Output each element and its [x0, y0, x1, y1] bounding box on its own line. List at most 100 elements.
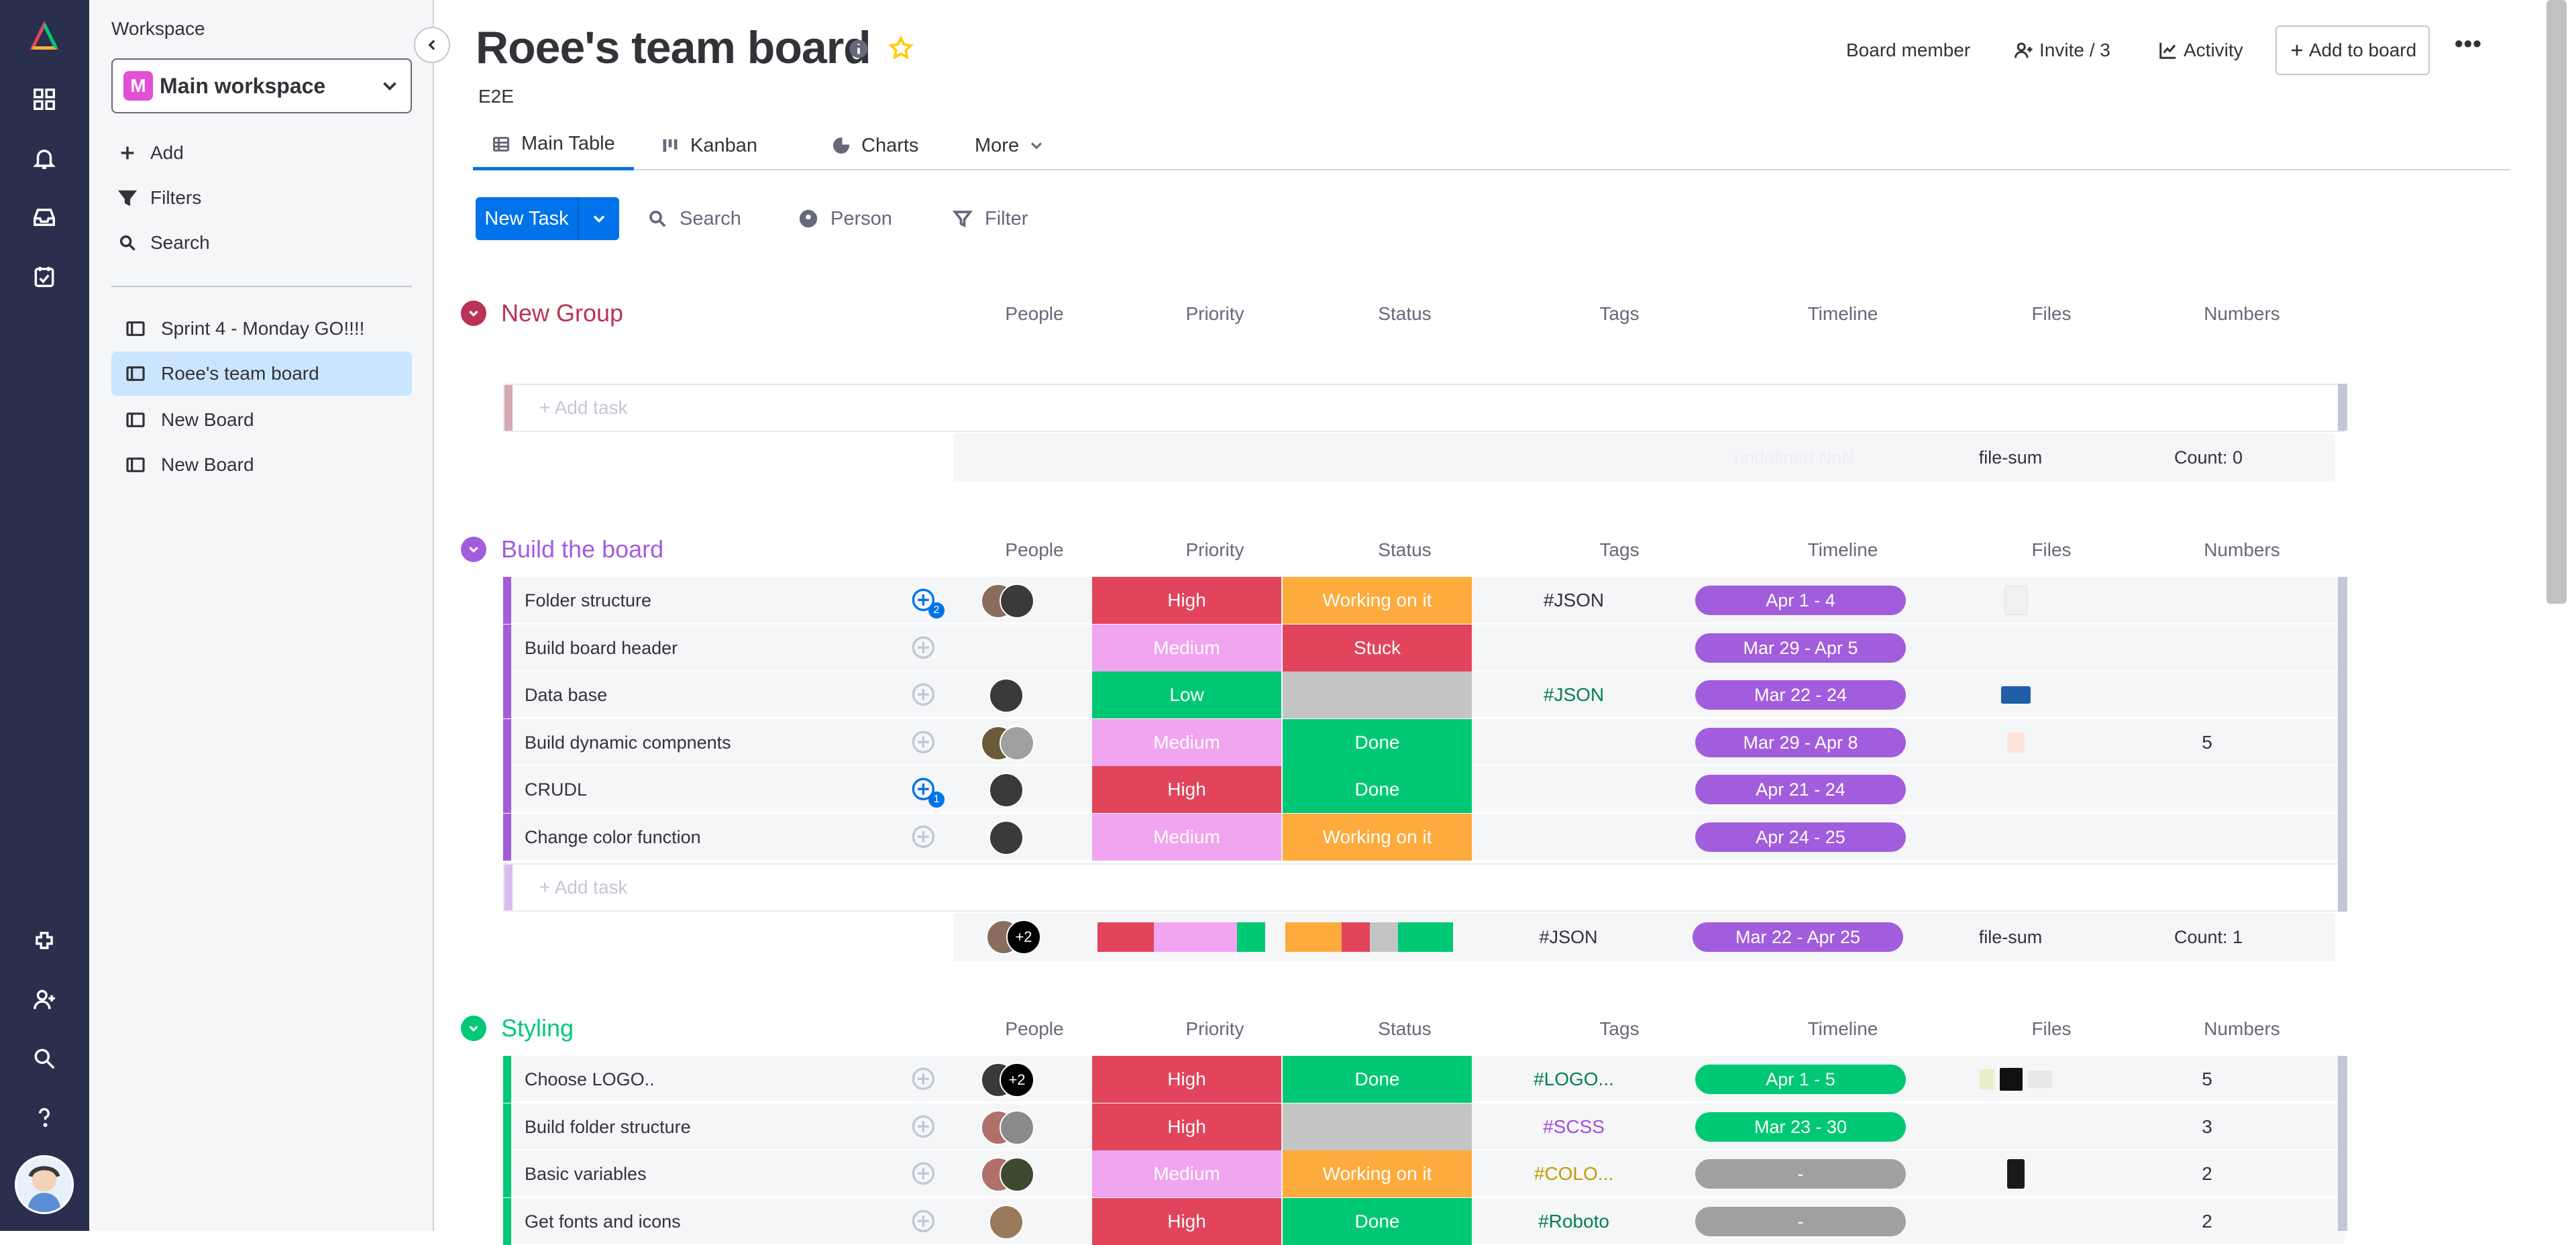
- status-cell[interactable]: Stuck: [1283, 625, 1472, 671]
- add-update-icon[interactable]: [911, 1114, 938, 1141]
- numbers-cell[interactable]: 3: [2113, 1103, 2301, 1150]
- monday-logo-icon[interactable]: [24, 16, 64, 56]
- star-icon[interactable]: [888, 35, 914, 62]
- tab-kanban[interactable]: Kanban: [661, 121, 757, 170]
- group-title[interactable]: Build the board: [501, 535, 663, 563]
- people-cell[interactable]: +2: [957, 1056, 1056, 1103]
- tags-cell[interactable]: #Roboto: [1473, 1198, 1674, 1245]
- column-header-status[interactable]: Status: [1324, 539, 1485, 561]
- column-header-numbers[interactable]: Numbers: [2148, 303, 2336, 325]
- add-update-icon[interactable]: [911, 635, 938, 662]
- table-row[interactable]: Get fonts and icons High Done #Roboto - …: [503, 1198, 2345, 1245]
- timeline-cell[interactable]: Mar 23 - 30: [1684, 1103, 1917, 1150]
- numbers-cell[interactable]: 5: [2113, 719, 2301, 766]
- person-filter-button[interactable]: Person: [798, 197, 892, 240]
- priority-cell[interactable]: High: [1092, 766, 1281, 813]
- board-description[interactable]: E2E: [478, 86, 514, 107]
- numbers-cell[interactable]: [2113, 577, 2301, 624]
- new-task-button[interactable]: New Task: [476, 197, 619, 240]
- group-title[interactable]: New Group: [501, 299, 623, 327]
- status-cell[interactable]: Done: [1283, 1056, 1472, 1103]
- tags-cell[interactable]: #SCSS: [1473, 1103, 1674, 1150]
- table-row[interactable]: CRUDL 1 High Done Apr 21 - 24: [503, 766, 2345, 813]
- add-update-icon[interactable]: [911, 824, 938, 851]
- search-action[interactable]: Search: [118, 229, 210, 256]
- status-cell[interactable]: Working on it: [1283, 814, 1472, 861]
- filter-button[interactable]: Filter: [953, 197, 1028, 240]
- more-options-button[interactable]: •••: [2455, 30, 2482, 58]
- column-header-status[interactable]: Status: [1324, 303, 1485, 325]
- timeline-cell[interactable]: Mar 29 - Apr 5: [1684, 625, 1917, 671]
- numbers-cell[interactable]: 5: [2113, 1056, 2301, 1103]
- people-cell[interactable]: [957, 671, 1056, 718]
- task-name[interactable]: Choose LOGO..: [525, 1056, 655, 1103]
- column-header-numbers[interactable]: Numbers: [2148, 1018, 2336, 1040]
- status-cell[interactable]: Done: [1283, 766, 1472, 813]
- timeline-cell[interactable]: Apr 1 - 5: [1684, 1056, 1917, 1103]
- table-row[interactable]: Basic variables Medium Working on it #CO…: [503, 1150, 2345, 1197]
- task-name[interactable]: Build dynamic compnents: [525, 719, 731, 766]
- table-row[interactable]: Choose LOGO.. +2 High Done #LOGO... Apr …: [503, 1056, 2345, 1103]
- tags-cell[interactable]: #JSON: [1473, 577, 1674, 624]
- group-header[interactable]: Styling: [461, 1008, 574, 1048]
- tab-main-table[interactable]: Main Table: [473, 121, 634, 170]
- priority-cell[interactable]: Medium: [1092, 1150, 1281, 1197]
- column-header-files[interactable]: Files: [1957, 303, 2145, 325]
- filters-action[interactable]: Filters: [118, 184, 201, 211]
- status-cell[interactable]: Working on it: [1283, 1150, 1472, 1197]
- priority-cell[interactable]: Medium: [1092, 625, 1281, 671]
- priority-cell[interactable]: High: [1092, 577, 1281, 624]
- files-cell[interactable]: [1925, 719, 2106, 766]
- tags-cell[interactable]: #LOGO...: [1473, 1056, 1674, 1103]
- people-cell[interactable]: [957, 719, 1056, 766]
- user-avatar[interactable]: [15, 1155, 74, 1214]
- timeline-cell[interactable]: -: [1684, 1150, 1917, 1197]
- status-cell[interactable]: Done: [1283, 719, 1472, 766]
- priority-cell[interactable]: Medium: [1092, 719, 1281, 766]
- priority-cell[interactable]: Low: [1092, 671, 1281, 718]
- column-header-people[interactable]: People: [981, 303, 1088, 325]
- status-cell[interactable]: [1283, 671, 1472, 718]
- group-header[interactable]: New Group: [461, 293, 623, 333]
- task-name[interactable]: Build folder structure: [525, 1103, 691, 1150]
- column-header-numbers[interactable]: Numbers: [2148, 539, 2336, 561]
- task-name[interactable]: Get fonts and icons: [525, 1198, 681, 1245]
- people-cell[interactable]: [957, 577, 1056, 624]
- table-row[interactable]: Build board header Medium Stuck Mar 29 -…: [503, 625, 2345, 671]
- timeline-cell[interactable]: Mar 22 - 24: [1684, 671, 1917, 718]
- table-row[interactable]: Folder structure 2 High Working on it #J…: [503, 577, 2345, 624]
- files-cell[interactable]: [1925, 1056, 2106, 1103]
- column-header-status[interactable]: Status: [1324, 1018, 1485, 1040]
- board-item-new-board[interactable]: New Board: [111, 398, 412, 442]
- timeline-cell[interactable]: -: [1684, 1198, 1917, 1245]
- tab-charts[interactable]: Charts: [832, 121, 918, 170]
- apps-grid-icon[interactable]: [24, 79, 64, 119]
- timeline-cell[interactable]: Apr 1 - 4: [1684, 577, 1917, 624]
- status-cell[interactable]: [1283, 1103, 1472, 1150]
- add-update-icon[interactable]: [911, 1161, 938, 1188]
- priority-cell[interactable]: High: [1092, 1056, 1281, 1103]
- people-cell[interactable]: [957, 1150, 1056, 1197]
- status-cell[interactable]: Working on it: [1283, 577, 1472, 624]
- priority-cell[interactable]: High: [1092, 1103, 1281, 1150]
- add-update-icon[interactable]: [911, 1067, 938, 1093]
- inbox-icon[interactable]: [24, 197, 64, 237]
- priority-cell[interactable]: Medium: [1092, 814, 1281, 861]
- task-name[interactable]: Change color function: [525, 814, 701, 861]
- column-header-tags[interactable]: Tags: [1519, 1018, 1720, 1040]
- tags-cell[interactable]: #JSON: [1473, 671, 1674, 718]
- board-item-sprint-4[interactable]: Sprint 4 - Monday GO!!!!: [111, 307, 412, 351]
- column-header-people[interactable]: People: [981, 539, 1088, 561]
- column-header-timeline[interactable]: Timeline: [1742, 539, 1943, 561]
- add-to-board-button[interactable]: Add to board: [2275, 25, 2430, 75]
- column-header-people[interactable]: People: [981, 1018, 1088, 1040]
- timeline-cell[interactable]: Apr 21 - 24: [1684, 766, 1917, 813]
- add-task-row[interactable]: + Add task: [503, 863, 2345, 912]
- add-task-row[interactable]: + Add task: [503, 384, 2345, 432]
- group-collapse-icon[interactable]: [461, 301, 486, 326]
- task-name[interactable]: Build board header: [525, 625, 678, 671]
- column-header-tags[interactable]: Tags: [1519, 303, 1720, 325]
- people-cell[interactable]: [957, 814, 1056, 861]
- tags-cell[interactable]: #COLO...: [1473, 1150, 1674, 1197]
- numbers-cell[interactable]: 2: [2113, 1150, 2301, 1197]
